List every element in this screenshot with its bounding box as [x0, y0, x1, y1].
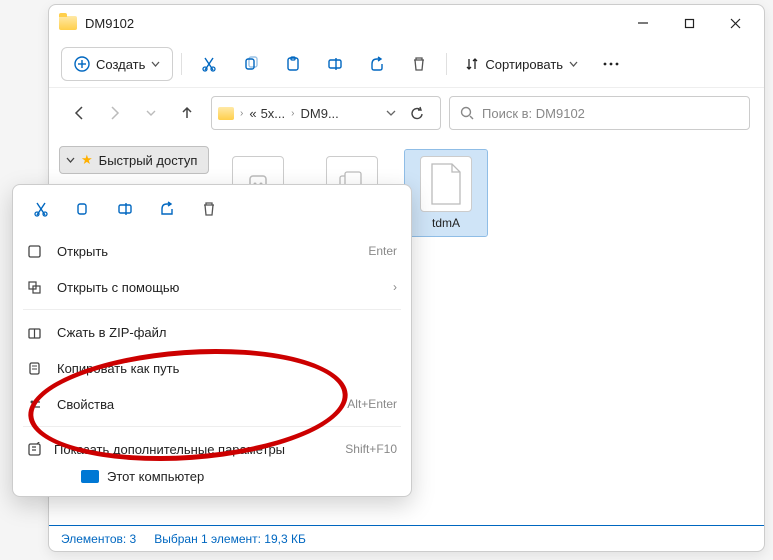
window-controls: [620, 7, 758, 39]
ctx-props-label: Свойства: [57, 397, 335, 412]
separator: [23, 309, 401, 310]
nav-bar: › « 5x... › DM9... Поиск в: DM9102: [49, 88, 764, 138]
sort-button[interactable]: Сортировать: [455, 47, 588, 81]
ctx-zip[interactable]: Сжать в ZIP-файл: [13, 314, 411, 350]
ctx-show-more[interactable]: Показать дополнительные параметры Shift+…: [13, 431, 411, 467]
ctx-open-label: Открыть: [57, 244, 356, 259]
more-icon: [27, 442, 42, 457]
address-prefix: «: [249, 106, 256, 121]
ctx-copypath-label: Копировать как путь: [57, 361, 397, 376]
ctx-more-label: Показать дополнительные параметры: [54, 442, 333, 457]
paste-button[interactable]: [274, 47, 312, 81]
up-button[interactable]: [171, 97, 203, 129]
sort-icon: [465, 57, 479, 71]
address-seg2[interactable]: DM9...: [301, 106, 339, 121]
ctx-delete-button[interactable]: [191, 193, 227, 225]
titlebar: DM9102: [49, 5, 764, 41]
chevron-down-icon: [569, 60, 578, 69]
sort-label: Сортировать: [485, 57, 563, 72]
separator: [23, 426, 401, 427]
chevron-right-icon: ›: [240, 108, 243, 119]
separator: [181, 53, 182, 75]
status-bar: Элементов: 3 Выбран 1 элемент: 19,3 КБ: [49, 525, 764, 551]
sidebar-pc-label: Этот компьютер: [107, 469, 204, 484]
ctx-open-shortcut: Enter: [368, 244, 397, 258]
open-icon: [27, 244, 45, 259]
sidebar-quick-label: Быстрый доступ: [99, 153, 198, 168]
ctx-zip-label: Сжать в ZIP-файл: [57, 325, 397, 340]
toolbar: Создать Сортировать: [49, 41, 764, 88]
cut-button[interactable]: [190, 47, 228, 81]
file-item-3-selected[interactable]: tdmA: [405, 150, 487, 236]
zip-icon: [27, 325, 45, 340]
chevron-right-icon: ›: [291, 108, 294, 119]
ctx-properties[interactable]: Свойства Alt+Enter: [13, 386, 411, 422]
openwith-icon: [27, 280, 45, 295]
plus-icon: [74, 56, 90, 72]
close-button[interactable]: [712, 7, 758, 39]
separator: [446, 53, 447, 75]
file-thumb: [420, 156, 472, 212]
search-placeholder: Поиск в: DM9102: [482, 106, 585, 121]
recent-button[interactable]: [135, 97, 167, 129]
delete-button[interactable]: [400, 47, 438, 81]
maximize-button[interactable]: [666, 7, 712, 39]
sidebar-item-quick-access[interactable]: ★ Быстрый доступ: [59, 146, 209, 174]
search-icon: [460, 106, 474, 120]
refresh-button[interactable]: [400, 96, 434, 130]
copypath-icon: [27, 361, 45, 376]
ctx-props-shortcut: Alt+Enter: [347, 397, 397, 411]
monitor-icon: [81, 470, 99, 483]
chevron-down-icon: [151, 60, 160, 69]
ctx-openwith-label: Открыть с помощью: [57, 280, 381, 295]
create-button[interactable]: Создать: [61, 47, 173, 81]
star-icon: ★: [81, 152, 93, 168]
ctx-more-shortcut: Shift+F10: [345, 442, 397, 456]
file-label: tdmA: [432, 216, 460, 230]
forward-button[interactable]: [99, 97, 131, 129]
more-button[interactable]: [592, 47, 630, 81]
context-menu: Открыть Enter Открыть с помощью › Сжать …: [12, 184, 412, 497]
ctx-rename-button[interactable]: [107, 193, 143, 225]
rename-button[interactable]: [316, 47, 354, 81]
folder-icon: [59, 16, 77, 30]
status-count: Элементов: 3: [61, 532, 136, 546]
folder-icon: [218, 107, 234, 120]
back-button[interactable]: [63, 97, 95, 129]
search-bar[interactable]: Поиск в: DM9102: [449, 96, 750, 130]
copy-button[interactable]: [232, 47, 270, 81]
ctx-quick-actions: [13, 185, 411, 233]
chevron-down-icon: [66, 156, 75, 165]
minimize-button[interactable]: [620, 7, 666, 39]
chevron-down-icon[interactable]: [386, 108, 396, 118]
ctx-share-button[interactable]: [149, 193, 185, 225]
create-label: Создать: [96, 57, 145, 72]
ctx-open[interactable]: Открыть Enter: [13, 233, 411, 269]
properties-icon: [27, 397, 45, 412]
sidebar-item-this-pc-overlay[interactable]: Этот компьютер: [13, 467, 411, 490]
ctx-copy-button[interactable]: [65, 193, 101, 225]
address-seg1[interactable]: 5x...: [261, 106, 286, 121]
chevron-right-icon: ›: [393, 280, 397, 294]
address-bar[interactable]: › « 5x... › DM9...: [211, 96, 441, 130]
share-button[interactable]: [358, 47, 396, 81]
ctx-cut-button[interactable]: [23, 193, 59, 225]
ctx-open-with[interactable]: Открыть с помощью ›: [13, 269, 411, 305]
ctx-copy-path[interactable]: Копировать как путь: [13, 350, 411, 386]
status-selection: Выбран 1 элемент: 19,3 КБ: [154, 532, 306, 546]
window-title: DM9102: [85, 16, 134, 31]
